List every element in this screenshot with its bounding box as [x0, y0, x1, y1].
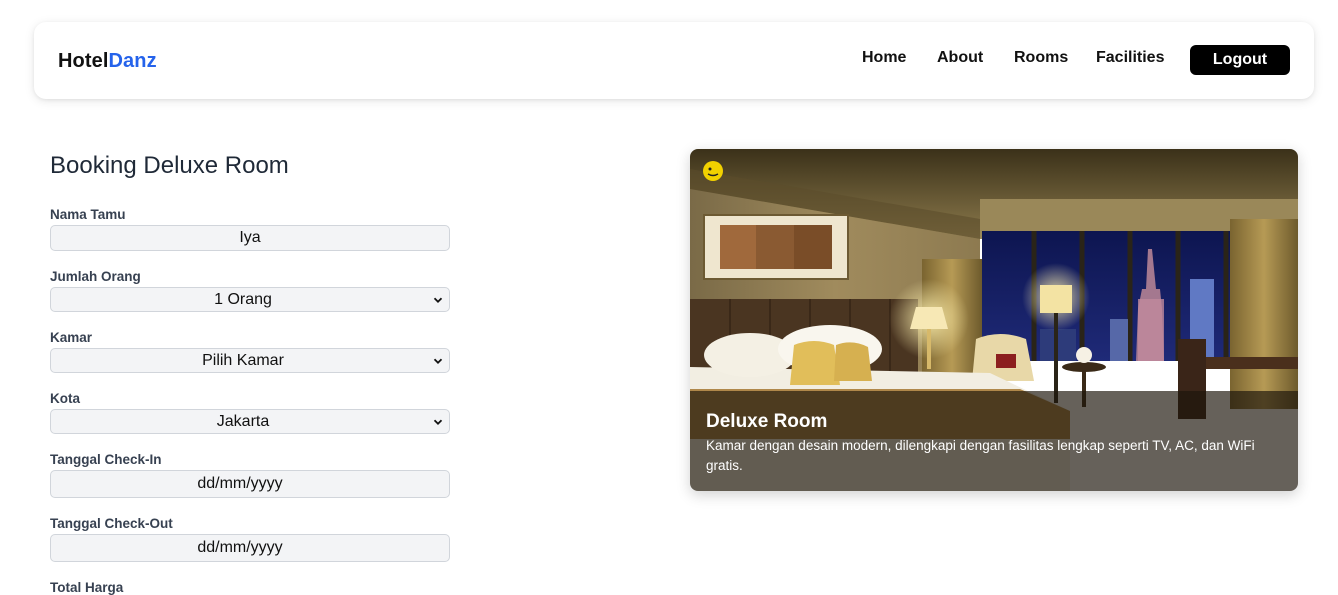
kamar-select[interactable]: Pilih Kamar [50, 348, 450, 373]
chevron-down-icon [433, 358, 443, 364]
logout-button[interactable]: Logout [1190, 45, 1290, 75]
jumlah-orang-value: 1 Orang [214, 290, 272, 308]
nav-link-facilities[interactable]: Facilities [1096, 49, 1164, 67]
nama-tamu-value: Iya [239, 229, 261, 246]
brand-name-part1: Hotel [58, 50, 109, 72]
check-in-date-input[interactable]: dd/mm/yyyy [50, 470, 450, 498]
chevron-down-icon [433, 297, 443, 303]
chevron-down-icon [433, 419, 443, 425]
nama-tamu-label: Nama Tamu [50, 207, 126, 222]
kamar-label: Kamar [50, 330, 93, 345]
room-card: Deluxe Room Kamar dengan desain modern, … [690, 149, 1298, 491]
page-title: Booking Deluxe Room [50, 152, 289, 179]
nav-link-rooms[interactable]: Rooms [1014, 49, 1068, 67]
kota-value: Jakarta [216, 412, 270, 430]
kota-select[interactable]: Jakarta [50, 409, 450, 434]
total-harga-label: Total Harga [50, 580, 124, 595]
navbar: HotelDanz Home About Rooms Facilities Lo… [34, 22, 1314, 99]
nav-link-home[interactable]: Home [862, 49, 906, 67]
jumlah-orang-label: Jumlah Orang [50, 269, 141, 284]
check-in-value: dd/mm/yyyy [197, 475, 283, 492]
check-out-value: dd/mm/yyyy [197, 539, 283, 556]
check-out-date-input[interactable]: dd/mm/yyyy [50, 534, 450, 562]
brand-name-part2: Danz [108, 50, 157, 72]
room-card-description: Kamar dengan desain modern, dilengkapi d… [706, 438, 1255, 473]
brand-logo[interactable]: HotelDanz [58, 50, 157, 73]
nav-link-about[interactable]: About [937, 49, 983, 67]
check-in-label: Tanggal Check-In [50, 452, 162, 467]
room-card-title: Deluxe Room [706, 411, 828, 432]
kota-label: Kota [50, 391, 80, 406]
nama-tamu-input[interactable]: Iya [50, 225, 450, 251]
check-out-label: Tanggal Check-Out [50, 516, 173, 531]
kamar-value: Pilih Kamar [202, 351, 284, 369]
badge-icon [703, 161, 723, 181]
jumlah-orang-select[interactable]: 1 Orang [50, 287, 450, 312]
